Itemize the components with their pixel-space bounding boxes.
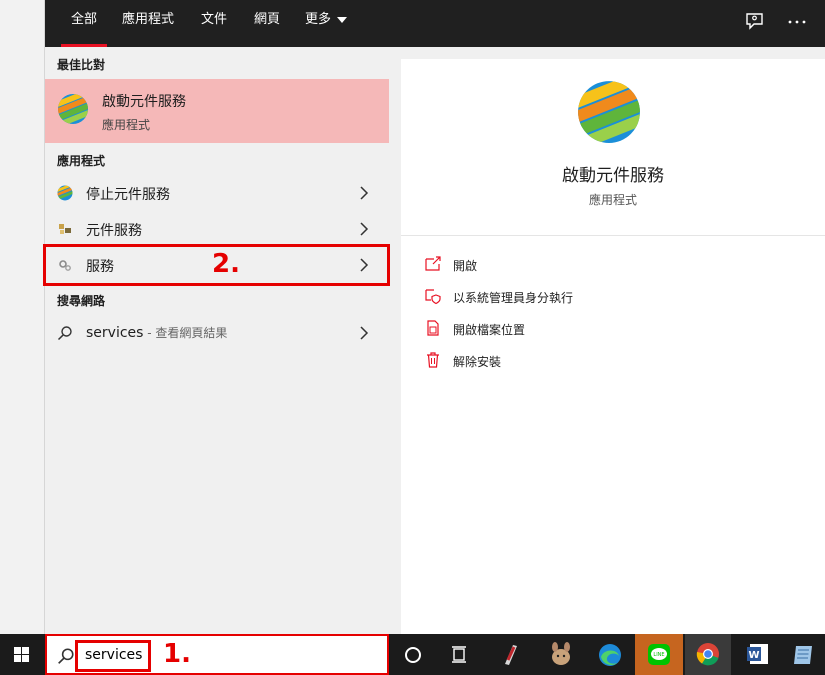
annotation-box-search-text <box>75 640 151 672</box>
best-match-item[interactable]: 啟動元件服務 應用程式 <box>45 79 389 143</box>
divider <box>401 235 825 236</box>
results-list: 最佳比對 啟動元件服務 應用程式 應用程式 停止元件服務 元件服務 服務 搜尋網… <box>45 47 389 634</box>
pen-app-icon <box>505 645 517 665</box>
task-view-button[interactable] <box>437 634 483 675</box>
detail-pane: 啟動元件服務 應用程式 開啟 以系統管理員身分執行 開啟檔案位置 解除安裝 <box>401 59 825 634</box>
list-item-component-services[interactable]: 元件服務 <box>45 211 389 247</box>
action-label: 解除安裝 <box>453 355 502 369</box>
feedback-icon[interactable] <box>743 10 767 34</box>
best-match-subtitle: 應用程式 <box>102 118 151 132</box>
line-icon: LINE <box>648 644 670 665</box>
chevron-right-icon <box>360 222 369 236</box>
detail-app-name: 啟動元件服務 <box>562 166 664 186</box>
search-tab-bar: 全部 應用程式 文件 網頁 更多 <box>45 0 825 47</box>
open-icon <box>425 256 441 271</box>
action-label: 以系統管理員身分執行 <box>453 291 574 305</box>
chevron-right-icon <box>360 326 369 340</box>
annotation-step-1: 1. <box>163 639 191 669</box>
tab-more[interactable]: 更多 <box>305 0 348 47</box>
trash-icon <box>427 352 439 368</box>
chevron-right-icon <box>360 186 369 200</box>
notepad-icon <box>794 646 812 664</box>
best-match-title: 啟動元件服務 <box>102 94 186 110</box>
component-services-icon <box>58 94 88 124</box>
desktop-background <box>0 0 45 634</box>
web-search-label: services - 查看網頁結果 <box>86 324 227 341</box>
edge-icon <box>599 644 621 666</box>
taskbar-app-pen[interactable] <box>487 634 533 675</box>
taskbar-app-edge[interactable] <box>587 634 633 675</box>
taskbar-app-notepad[interactable] <box>781 634 825 675</box>
windows-icon <box>14 647 29 662</box>
component-services-icon <box>57 185 73 201</box>
component-boxes-icon <box>59 224 71 234</box>
tab-more-label: 更多 <box>305 12 332 27</box>
taskbar-app-chrome[interactable] <box>685 634 731 675</box>
tab-documents[interactable]: 文件 <box>201 0 227 47</box>
search-web-heading: 搜尋網路 <box>57 294 106 308</box>
chevron-down-icon <box>337 16 348 23</box>
cortana-circle-icon <box>405 647 421 663</box>
tab-web[interactable]: 網頁 <box>254 0 280 47</box>
taskbar: services 1. LINE W <box>0 634 825 675</box>
svg-text:LINE: LINE <box>653 652 664 658</box>
apps-heading: 應用程式 <box>57 154 106 168</box>
taskbar-app-mascot[interactable] <box>538 634 584 675</box>
list-item-label: 停止元件服務 <box>86 187 170 203</box>
component-services-icon <box>578 81 640 143</box>
taskbar-app-line[interactable]: LINE <box>635 634 683 675</box>
mascot-app-icon <box>552 642 570 665</box>
action-label: 開啟檔案位置 <box>453 323 526 337</box>
tab-apps[interactable]: 應用程式 <box>122 0 174 47</box>
tab-all[interactable]: 全部 <box>60 0 108 47</box>
search-icon <box>58 648 74 664</box>
chrome-icon <box>696 643 719 666</box>
file-location-icon <box>427 320 439 336</box>
shield-icon <box>425 289 441 305</box>
task-view-icon <box>452 646 466 663</box>
cortana-button[interactable] <box>390 634 436 675</box>
list-item-stop-component-services[interactable]: 停止元件服務 <box>45 175 389 211</box>
start-button[interactable] <box>0 634 46 675</box>
svg-text:W: W <box>748 650 759 661</box>
word-icon: W <box>747 644 768 664</box>
more-options-icon[interactable] <box>785 10 809 34</box>
list-item-label: 元件服務 <box>86 223 142 239</box>
best-match-heading: 最佳比對 <box>57 58 106 72</box>
web-search-query: services <box>86 325 144 341</box>
start-search-panel: 全部 應用程式 文件 網頁 更多 最佳比對 啟動元件服務 應用程式 應用程式 停… <box>45 0 825 634</box>
annotation-step-2: 2. <box>212 249 240 279</box>
taskbar-app-word[interactable]: W <box>735 634 781 675</box>
search-icon <box>57 326 72 341</box>
list-item-web-search[interactable]: services - 查看網頁結果 <box>45 315 389 351</box>
detail-app-type: 應用程式 <box>588 193 637 207</box>
web-search-suffix: - 查看網頁結果 <box>143 326 228 340</box>
action-label: 開啟 <box>453 259 478 273</box>
